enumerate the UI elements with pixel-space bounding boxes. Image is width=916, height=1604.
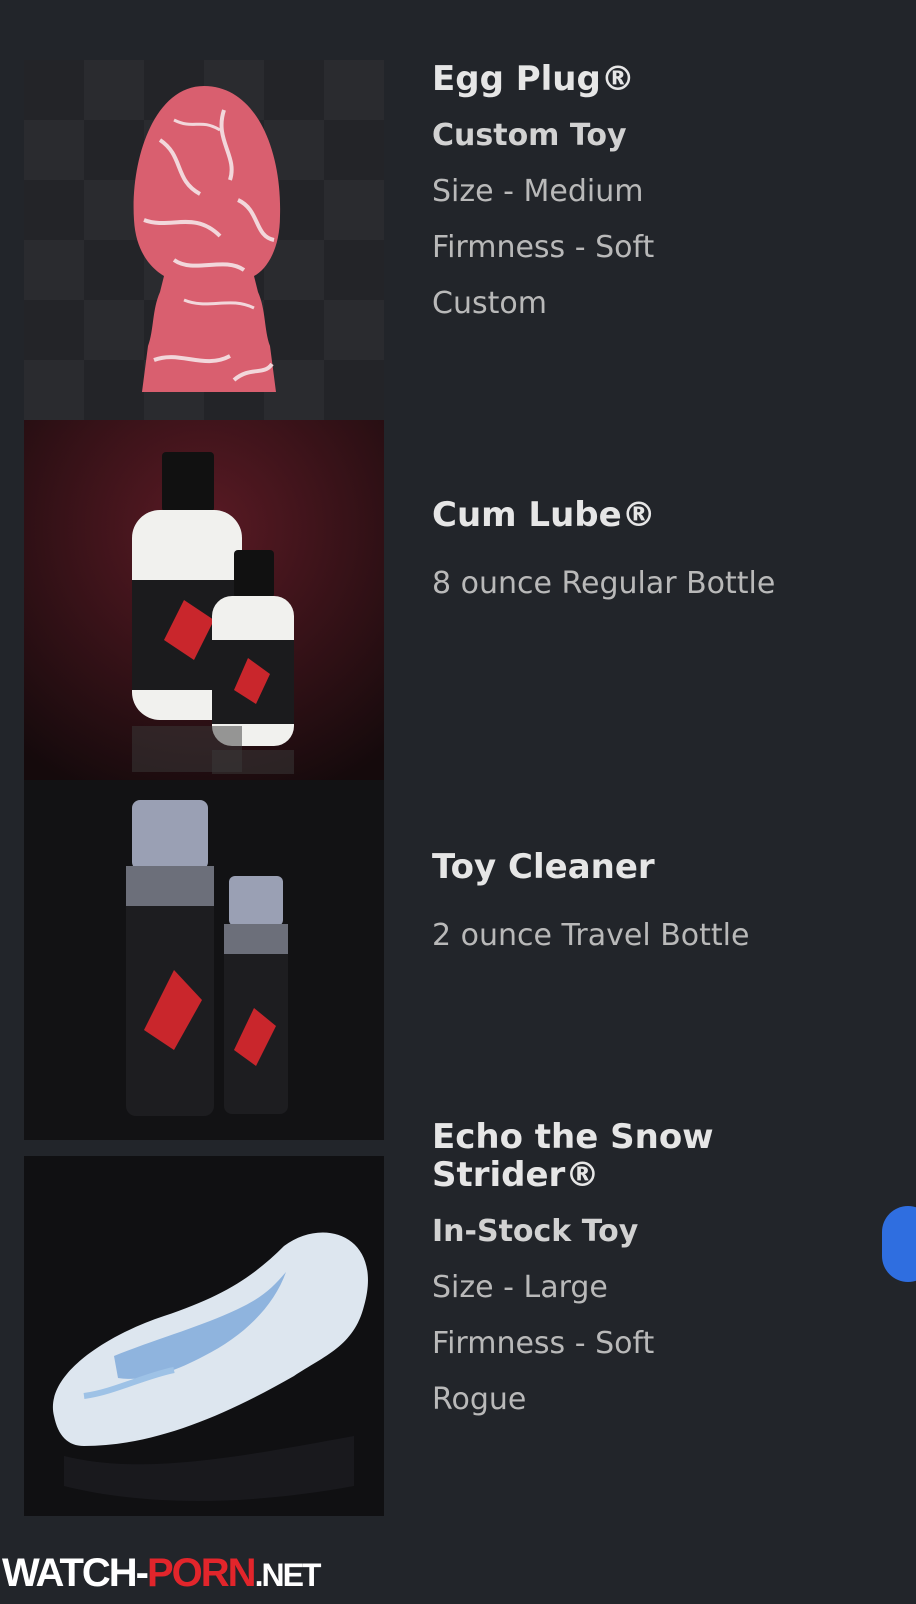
product-type: In-Stock Toy xyxy=(432,1214,639,1249)
watermark-text-net: .NET xyxy=(254,1557,322,1593)
product-variant: 2 ounce Travel Bottle xyxy=(432,918,750,953)
order-item-egg-plug[interactable]: Egg Plug® Custom Toy Size - Medium Firmn… xyxy=(24,60,892,420)
item-details: Echo the Snow Strider® In-Stock Toy Size… xyxy=(432,1118,852,1418)
product-color: Custom xyxy=(432,286,547,321)
product-thumbnail[interactable] xyxy=(24,1156,384,1516)
product-title[interactable]: Cum Lube® xyxy=(432,496,852,534)
watermark-text-red: PORN xyxy=(147,1551,257,1595)
watermark-logo: WATCH-PORN.NET xyxy=(2,1550,322,1598)
product-firmness: Firmness - Soft xyxy=(432,230,655,265)
product-type: Custom Toy xyxy=(432,118,627,153)
product-title[interactable]: Echo the Snow Strider® xyxy=(432,1118,852,1194)
product-color: Rogue xyxy=(432,1382,527,1417)
floating-scroll-button[interactable] xyxy=(882,1206,916,1282)
product-thumbnail[interactable] xyxy=(24,60,384,420)
order-item-toy-cleaner[interactable]: Toy Cleaner 2 ounce Travel Bottle xyxy=(24,780,892,1140)
product-variant: 8 ounce Regular Bottle xyxy=(432,566,776,601)
product-firmness: Firmness - Soft xyxy=(432,1326,655,1361)
order-item-echo-snow-strider[interactable]: Echo the Snow Strider® In-Stock Toy Size… xyxy=(24,1118,892,1516)
product-thumbnail[interactable] xyxy=(24,420,384,780)
product-thumbnail[interactable] xyxy=(24,780,384,1140)
watermark-text: WATCH- xyxy=(2,1551,149,1595)
product-title[interactable]: Egg Plug® xyxy=(432,60,852,98)
item-details: Cum Lube® 8 ounce Regular Bottle xyxy=(432,496,852,602)
product-size: Size - Medium xyxy=(432,174,644,209)
product-title[interactable]: Toy Cleaner xyxy=(432,848,852,886)
item-details: Toy Cleaner 2 ounce Travel Bottle xyxy=(432,848,852,954)
item-details: Egg Plug® Custom Toy Size - Medium Firmn… xyxy=(432,60,852,322)
order-item-cum-lube[interactable]: Cum Lube® 8 ounce Regular Bottle xyxy=(24,420,892,780)
product-size: Size - Large xyxy=(432,1270,608,1305)
